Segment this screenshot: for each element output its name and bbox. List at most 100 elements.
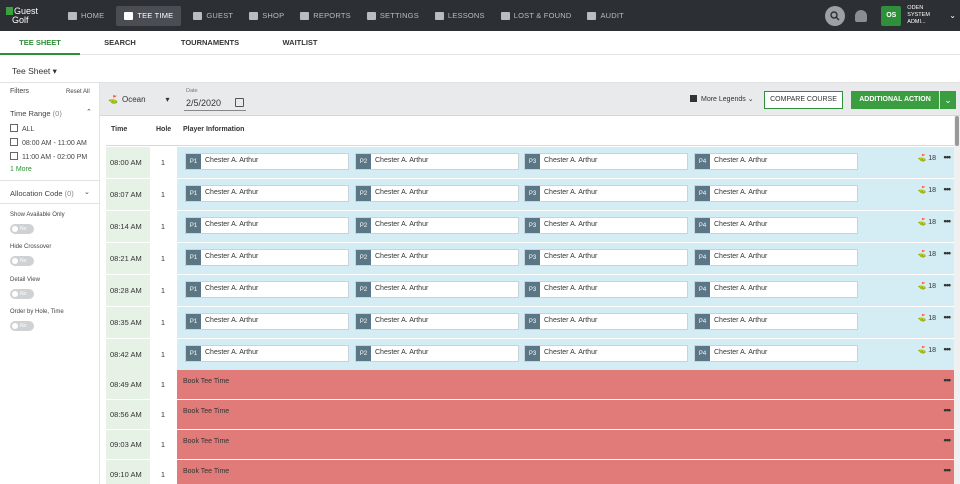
more-options-icon[interactable]: ••• bbox=[944, 216, 952, 226]
player-slot[interactable]: P3 Chester A. Arthur bbox=[524, 153, 688, 170]
compare-course-button[interactable]: COMPARE COURSE bbox=[764, 91, 843, 109]
more-options-icon[interactable]: ••• bbox=[944, 152, 952, 162]
nav-lessons[interactable]: LESSONS bbox=[427, 0, 493, 31]
nav-audit[interactable]: AUDIT bbox=[579, 0, 632, 31]
brand-logo[interactable]: Guest Golf bbox=[0, 0, 40, 31]
reset-all-link[interactable]: Reset All bbox=[66, 89, 90, 95]
filter-option-midday[interactable]: 11:00 AM - 02:00 PM bbox=[10, 152, 87, 161]
chevron-down-icon[interactable]: ⌄ bbox=[949, 11, 956, 20]
tab-waitlist[interactable]: WAITLIST bbox=[260, 31, 340, 55]
player-slot[interactable]: P2 Chester A. Arthur bbox=[355, 217, 519, 234]
tee-time-row[interactable]: 08:35 AM 1 P1 Chester A. Arthur P2 Chester A.… bbox=[106, 307, 954, 339]
more-options-icon[interactable]: ••• bbox=[944, 280, 952, 290]
additional-action-dropdown[interactable]: ⌄ bbox=[940, 91, 956, 109]
checkbox[interactable] bbox=[10, 152, 18, 160]
player-slot[interactable]: P1 Chester A. Arthur bbox=[185, 185, 349, 202]
player-slot[interactable]: P3 Chester A. Arthur bbox=[524, 185, 688, 202]
tab-tee-sheet[interactable]: TEE SHEET bbox=[0, 31, 80, 55]
more-options-icon[interactable]: ••• bbox=[944, 405, 952, 415]
hide-crossover-toggle[interactable]: No bbox=[10, 256, 34, 266]
nav-tee-time[interactable]: TEE TIME bbox=[116, 5, 182, 26]
player-slot[interactable]: P1 Chester A. Arthur bbox=[185, 313, 349, 330]
additional-action-button[interactable]: ADDITIONAL ACTION bbox=[851, 91, 939, 109]
player-slot[interactable]: P2 Chester A. Arthur bbox=[355, 281, 519, 298]
book-tee-time-link[interactable]: Book Tee Time bbox=[183, 408, 229, 415]
detail-view-toggle[interactable]: No bbox=[10, 289, 34, 299]
date-field[interactable]: Date 2/5/2020 bbox=[184, 86, 246, 111]
user-info[interactable]: ODEN SYSTEM ADMI... bbox=[907, 5, 945, 26]
more-legends-dropdown[interactable]: More Legends ⌄ bbox=[690, 95, 754, 103]
tee-time-row[interactable]: 08:42 AM 1 P1 Chester A. Arthur P2 Chester A.… bbox=[106, 339, 954, 371]
player-slot[interactable]: P1 Chester A. Arthur bbox=[185, 345, 349, 362]
player-slot[interactable]: P2 Chester A. Arthur bbox=[355, 249, 519, 266]
book-tee-time-link[interactable]: Book Tee Time bbox=[183, 468, 229, 475]
nav-shop[interactable]: SHOP bbox=[241, 0, 292, 31]
more-options-icon[interactable]: ••• bbox=[944, 248, 952, 258]
tee-time-row[interactable]: 08:07 AM 1 P1 Chester A. Arthur P2 Chester A.… bbox=[106, 179, 954, 211]
more-options-icon[interactable]: ••• bbox=[944, 465, 952, 475]
tee-time-row[interactable]: 08:56 AM 1 Book Tee Time ••• bbox=[106, 400, 954, 430]
course-select[interactable]: ⛳ Ocean ▾ bbox=[108, 95, 170, 104]
more-options-icon[interactable]: ••• bbox=[944, 375, 952, 385]
player-slot[interactable]: P2 Chester A. Arthur bbox=[355, 153, 519, 170]
nav-lost-found[interactable]: LOST & FOUND bbox=[493, 0, 580, 31]
player-slot[interactable]: P4 Chester A. Arthur bbox=[694, 313, 858, 330]
grid-scrollbar[interactable] bbox=[954, 116, 960, 484]
page-title[interactable]: Tee Sheet ▾ bbox=[12, 66, 57, 77]
tab-search[interactable]: SEARCH bbox=[80, 31, 160, 55]
open-slot-cell[interactable]: Book Tee Time ••• bbox=[177, 370, 954, 399]
more-options-icon[interactable]: ••• bbox=[944, 435, 952, 445]
order-by-hole-toggle[interactable]: No bbox=[10, 321, 34, 331]
tee-time-row[interactable]: 08:00 AM 1 P1 Chester A. Arthur P2 Chester A.… bbox=[106, 147, 954, 179]
book-tee-time-link[interactable]: Book Tee Time bbox=[183, 438, 229, 445]
more-options-icon[interactable]: ••• bbox=[944, 312, 952, 322]
tab-tournaments[interactable]: TOURNAMENTS bbox=[160, 31, 260, 55]
player-slot[interactable]: P4 Chester A. Arthur bbox=[694, 185, 858, 202]
player-slot[interactable]: P3 Chester A. Arthur bbox=[524, 281, 688, 298]
open-slot-cell[interactable]: Book Tee Time ••• bbox=[177, 400, 954, 429]
player-slot[interactable]: P1 Chester A. Arthur bbox=[185, 153, 349, 170]
time-range-heading[interactable]: Time Range (0) bbox=[10, 109, 62, 118]
open-slot-cell[interactable]: Book Tee Time ••• bbox=[177, 460, 954, 484]
chevron-down-icon[interactable]: ⌄ bbox=[84, 188, 90, 196]
bell-icon[interactable] bbox=[855, 9, 868, 22]
player-slot[interactable]: P2 Chester A. Arthur bbox=[355, 345, 519, 362]
show-available-toggle[interactable]: No bbox=[10, 224, 34, 234]
more-options-link[interactable]: 1 More bbox=[10, 166, 32, 173]
player-slot[interactable]: P2 Chester A. Arthur bbox=[355, 313, 519, 330]
player-slot[interactable]: P4 Chester A. Arthur bbox=[694, 345, 858, 362]
player-slot[interactable]: P3 Chester A. Arthur bbox=[524, 217, 688, 234]
open-slot-cell[interactable]: Book Tee Time ••• bbox=[177, 430, 954, 459]
player-slot[interactable]: P3 Chester A. Arthur bbox=[524, 345, 688, 362]
tee-time-row[interactable]: 09:03 AM 1 Book Tee Time ••• bbox=[106, 430, 954, 460]
checkbox[interactable] bbox=[10, 124, 18, 132]
tee-time-row[interactable]: 08:49 AM 1 Book Tee Time ••• bbox=[106, 370, 954, 400]
allocation-code-heading[interactable]: Allocation Code (0) bbox=[10, 189, 74, 198]
tee-time-row[interactable]: 08:28 AM 1 P1 Chester A. Arthur P2 Chester A.… bbox=[106, 275, 954, 307]
search-button[interactable] bbox=[825, 5, 846, 26]
player-slot[interactable]: P3 Chester A. Arthur bbox=[524, 313, 688, 330]
player-slot[interactable]: P4 Chester A. Arthur bbox=[694, 281, 858, 298]
chevron-up-icon[interactable]: ⌃ bbox=[86, 108, 92, 116]
player-slot[interactable]: P1 Chester A. Arthur bbox=[185, 249, 349, 266]
more-options-icon[interactable]: ••• bbox=[944, 184, 952, 194]
calendar-icon[interactable] bbox=[235, 98, 244, 107]
player-slot[interactable]: P1 Chester A. Arthur bbox=[185, 281, 349, 298]
nav-home[interactable]: HOME bbox=[60, 0, 112, 31]
book-tee-time-link[interactable]: Book Tee Time bbox=[183, 378, 229, 385]
avatar[interactable]: OS bbox=[881, 5, 902, 26]
checkbox[interactable] bbox=[10, 138, 18, 146]
nav-settings[interactable]: SETTINGS bbox=[359, 0, 427, 31]
tee-time-row[interactable]: 08:21 AM 1 P1 Chester A. Arthur P2 Chester A.… bbox=[106, 243, 954, 275]
player-slot[interactable]: P3 Chester A. Arthur bbox=[524, 249, 688, 266]
player-slot[interactable]: P2 Chester A. Arthur bbox=[355, 185, 519, 202]
player-slot[interactable]: P4 Chester A. Arthur bbox=[694, 217, 858, 234]
player-slot[interactable]: P4 Chester A. Arthur bbox=[694, 249, 858, 266]
nav-guest[interactable]: GUEST bbox=[185, 0, 241, 31]
player-slot[interactable]: P4 Chester A. Arthur bbox=[694, 153, 858, 170]
player-slot[interactable]: P1 Chester A. Arthur bbox=[185, 217, 349, 234]
nav-reports[interactable]: REPORTS bbox=[292, 0, 359, 31]
tee-time-row[interactable]: 08:14 AM 1 P1 Chester A. Arthur P2 Chester A.… bbox=[106, 211, 954, 243]
filter-option-morning[interactable]: 08:00 AM - 11:00 AM bbox=[10, 138, 87, 147]
more-options-icon[interactable]: ••• bbox=[944, 344, 952, 354]
